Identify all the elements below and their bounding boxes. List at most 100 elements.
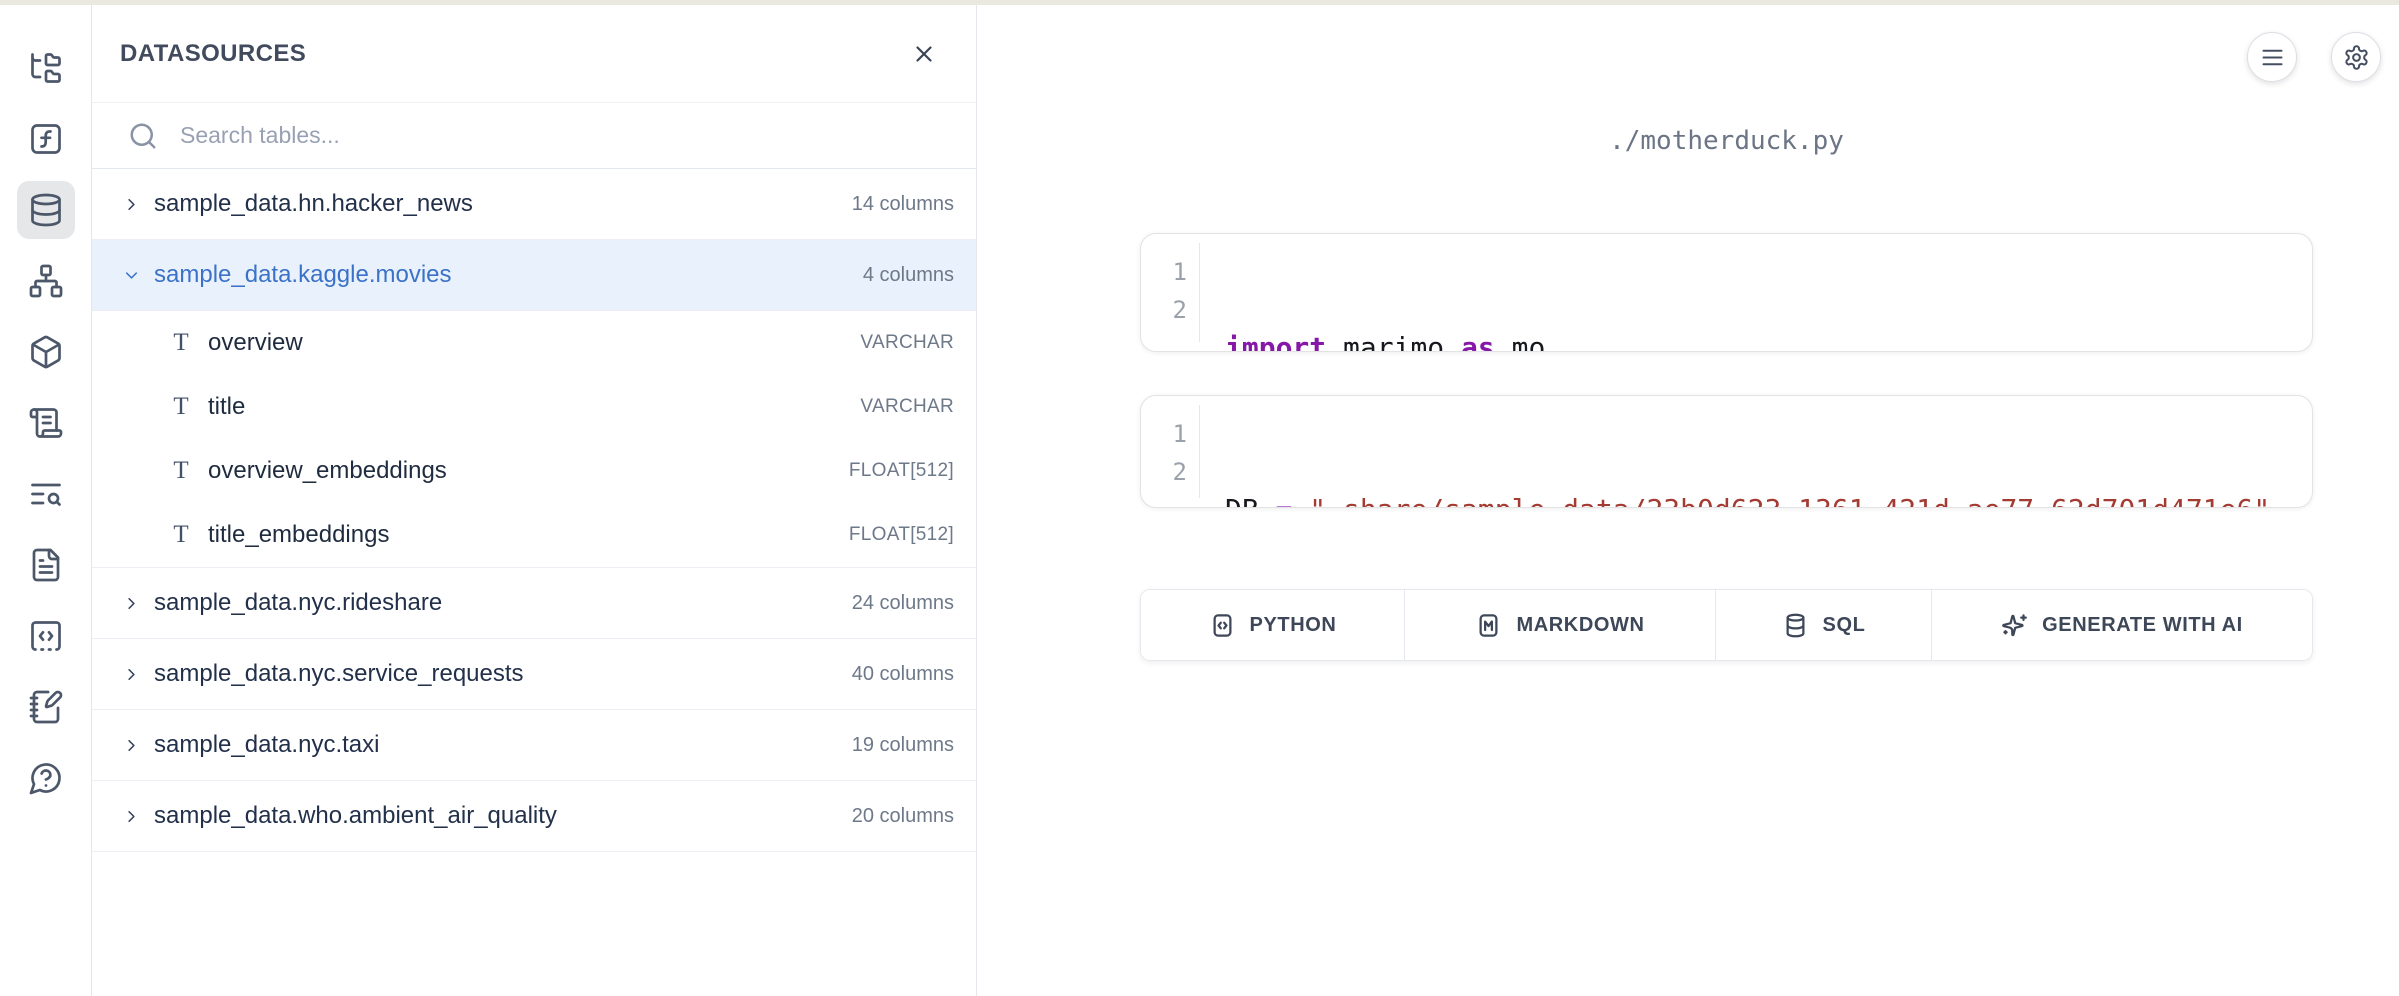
notebook-pen-icon (28, 689, 64, 725)
text-type-icon: T (166, 521, 196, 549)
table-name: sample_data.hn.hacker_news (154, 190, 852, 218)
text-type-icon: T (166, 457, 196, 485)
function-square-icon (28, 121, 64, 157)
text-type-icon: T (166, 393, 196, 421)
search-input[interactable] (180, 122, 952, 149)
sidebar-item-scratchpad[interactable] (17, 678, 75, 736)
code-editor[interactable]: import marimo as mo import duckdb (1200, 234, 2312, 351)
code-cell[interactable]: 1 2 import marimo as mo import duckdb (1140, 233, 2313, 352)
datasources-panel: DATASOURCES sample_data.hn.hacker_news 1… (92, 5, 977, 996)
sidebar-item-tracing[interactable] (17, 465, 75, 523)
top-edge-strip (0, 0, 2399, 5)
code-cell[interactable]: 1 2 DB = "_share/sample_data/23b0d623-13… (1140, 395, 2313, 508)
notebook-menu-button[interactable] (2247, 32, 2297, 82)
table-row[interactable]: sample_data.nyc.taxi 19 columns (92, 710, 976, 781)
column-type: VARCHAR (860, 332, 954, 354)
column-row[interactable]: T overview VARCHAR (92, 311, 976, 375)
line-number: 2 (1141, 453, 1187, 491)
network-icon (28, 263, 64, 299)
chevron-right-icon (118, 665, 144, 684)
column-row[interactable]: T title VARCHAR (92, 375, 976, 439)
line-number-gutter: 1 2 (1141, 405, 1200, 498)
close-panel-button[interactable] (902, 32, 946, 76)
add-python-cell-button[interactable]: PYTHON (1141, 590, 1405, 660)
sparkles-icon (2001, 612, 2028, 639)
table-row[interactable]: sample_data.who.ambient_air_quality 20 c… (92, 781, 976, 852)
square-code-icon (28, 618, 64, 654)
table-row[interactable]: sample_data.nyc.rideshare 24 columns (92, 568, 976, 639)
database-icon (28, 192, 64, 228)
table-row-selected[interactable]: sample_data.kaggle.movies 4 columns (92, 240, 976, 311)
tables-list: sample_data.hn.hacker_news 14 columns sa… (92, 169, 976, 852)
table-search (92, 103, 976, 169)
notebook-area: ./motherduck.py 1 2 import marimo as mo … (978, 5, 2399, 996)
panel-header: DATASOURCES (92, 5, 976, 103)
generate-with-ai-button[interactable]: GENERATE WITH AI (1932, 590, 2312, 660)
panel-title: DATASOURCES (120, 40, 306, 68)
notebook-filename[interactable]: ./motherduck.py (1140, 126, 2313, 156)
chevron-right-icon (118, 594, 144, 613)
button-label: GENERATE WITH AI (2042, 614, 2243, 637)
button-label: MARKDOWN (1516, 614, 1644, 637)
table-row[interactable]: sample_data.hn.hacker_news 14 columns (92, 169, 976, 240)
table-column-count: 40 columns (852, 663, 954, 686)
table-column-count: 19 columns (852, 734, 954, 757)
settings-button[interactable] (2331, 32, 2381, 82)
sidebar-item-help[interactable] (17, 749, 75, 807)
table-column-count: 4 columns (863, 264, 954, 287)
folder-tree-icon (28, 50, 64, 86)
line-number-gutter: 1 2 (1141, 243, 1200, 342)
table-name: sample_data.nyc.taxi (154, 731, 852, 759)
activity-bar (0, 5, 92, 996)
box-icon (28, 334, 64, 370)
line-number: 1 (1141, 253, 1187, 291)
column-type: VARCHAR (860, 396, 954, 418)
sidebar-item-snippets[interactable] (17, 607, 75, 665)
column-row[interactable]: T overview_embeddings FLOAT[512] (92, 439, 976, 503)
column-name: title_embeddings (208, 521, 849, 549)
table-name: sample_data.who.ambient_air_quality (154, 802, 852, 830)
line-number: 2 (1141, 291, 1187, 329)
database-icon (1782, 612, 1809, 639)
table-name: sample_data.kaggle.movies (154, 261, 863, 289)
table-name: sample_data.nyc.rideshare (154, 589, 852, 617)
close-icon (911, 41, 937, 67)
sidebar-item-functions[interactable] (17, 110, 75, 168)
code-line: import marimo as mo (1225, 329, 2312, 352)
code-line: DB = "_share/sample_data/23b0d623-1361-4… (1225, 491, 2312, 508)
column-type: FLOAT[512] (849, 460, 954, 482)
add-markdown-cell-button[interactable]: MARKDOWN (1405, 590, 1716, 660)
sidebar-item-datasources[interactable] (17, 181, 75, 239)
file-text-icon (28, 547, 64, 583)
table-column-count: 20 columns (852, 805, 954, 828)
notebook-actions (2247, 32, 2381, 82)
column-name: title (208, 393, 860, 421)
column-row[interactable]: T title_embeddings FLOAT[512] (92, 503, 976, 567)
scroll-text-icon (28, 405, 64, 441)
chevron-right-icon (118, 807, 144, 826)
chevron-down-icon (118, 266, 144, 285)
gear-icon (2343, 44, 2370, 71)
sidebar-item-logs[interactable] (17, 394, 75, 452)
button-label: PYTHON (1250, 614, 1337, 637)
add-sql-cell-button[interactable]: SQL (1716, 590, 1932, 660)
sidebar-item-file-explorer[interactable] (17, 39, 75, 97)
column-name: overview_embeddings (208, 457, 849, 485)
code-editor[interactable]: DB = "_share/sample_data/23b0d623-1361-4… (1200, 396, 2312, 507)
help-bubble-icon (28, 760, 64, 796)
column-type: FLOAT[512] (849, 524, 954, 546)
column-name: overview (208, 329, 860, 357)
columns-group: T overview VARCHAR T title VARCHAR T ove… (92, 311, 976, 568)
table-column-count: 24 columns (852, 592, 954, 615)
line-number: 1 (1141, 415, 1187, 453)
sidebar-item-documentation[interactable] (17, 536, 75, 594)
sidebar-item-dependencies[interactable] (17, 252, 75, 310)
table-row[interactable]: sample_data.nyc.service_requests 40 colu… (92, 639, 976, 710)
square-m-icon (1475, 612, 1502, 639)
sidebar-item-packages[interactable] (17, 323, 75, 381)
add-cell-toolbar: PYTHON MARKDOWN SQL GENERATE WITH AI (1140, 589, 2313, 661)
search-icon (128, 121, 158, 151)
square-code-icon (1209, 612, 1236, 639)
table-column-count: 14 columns (852, 193, 954, 216)
button-label: SQL (1823, 614, 1866, 637)
